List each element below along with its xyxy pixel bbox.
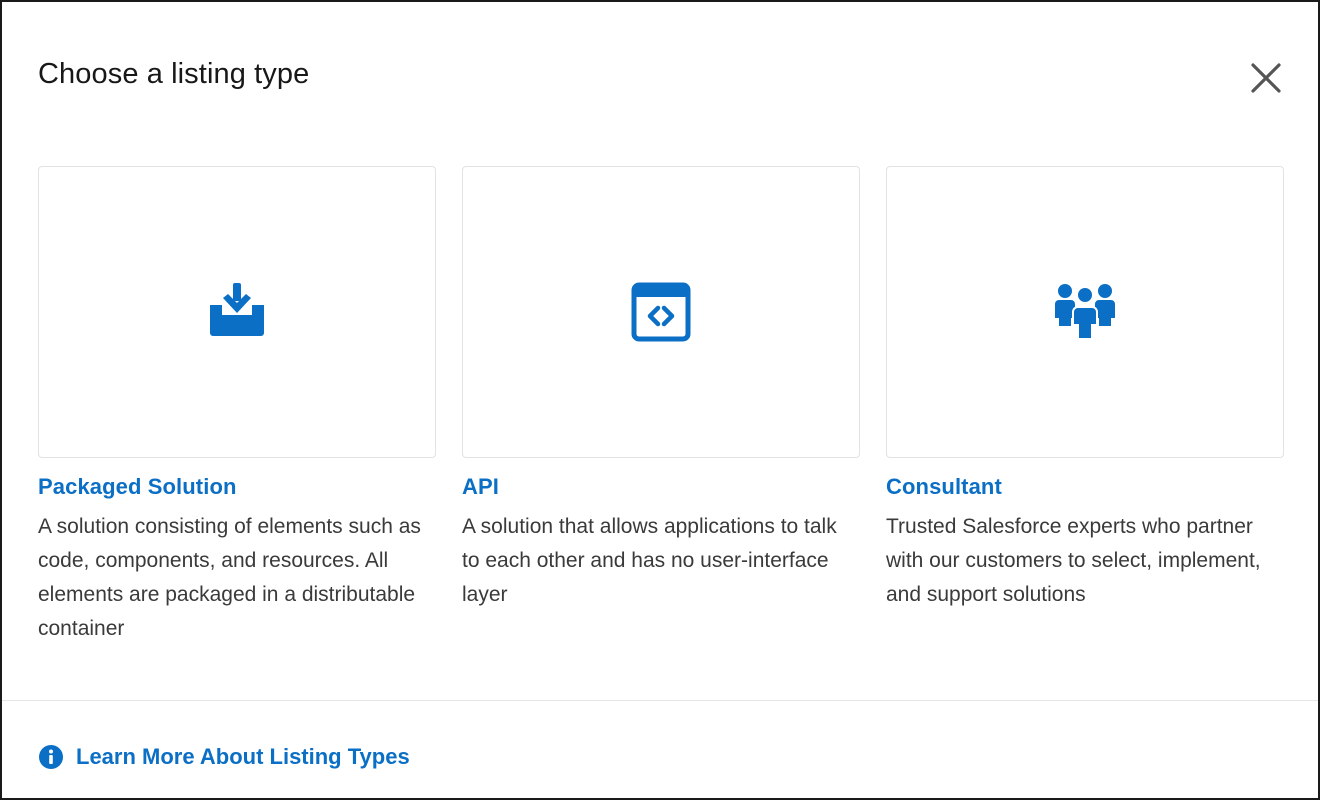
card-tile[interactable]	[462, 166, 860, 458]
close-button[interactable]	[1242, 56, 1286, 100]
listing-type-modal: Choose a listing type Packaged Solution …	[0, 0, 1320, 800]
card-title: API	[462, 474, 499, 499]
card-description: A solution consisting of elements such a…	[38, 515, 421, 640]
download-tray-icon	[210, 283, 264, 336]
close-icon	[1251, 63, 1281, 93]
card-consultant[interactable]: Consultant Trusted Salesforce experts wh…	[886, 166, 1284, 612]
card-title: Packaged Solution	[38, 474, 237, 499]
people-group-icon	[1055, 284, 1115, 340]
card-tile[interactable]	[38, 166, 436, 458]
learn-more-link[interactable]: Learn More About Listing Types	[38, 744, 410, 770]
card-tile[interactable]	[886, 166, 1284, 458]
card-packaged-solution[interactable]: Packaged Solution A solution consisting …	[38, 166, 436, 646]
footer-divider	[2, 700, 1318, 701]
modal-title: Choose a listing type	[38, 58, 310, 90]
modal-header: Choose a listing type	[2, 2, 1318, 152]
code-window-icon	[631, 282, 691, 342]
card-title: Consultant	[886, 474, 1002, 499]
card-description: Trusted Salesforce experts who partner w…	[886, 515, 1261, 606]
info-icon	[39, 745, 63, 769]
card-description: A solution that allows applications to t…	[462, 515, 837, 606]
card-api[interactable]: API A solution that allows applications …	[462, 166, 860, 612]
learn-more-label: Learn More About Listing Types	[76, 744, 410, 769]
